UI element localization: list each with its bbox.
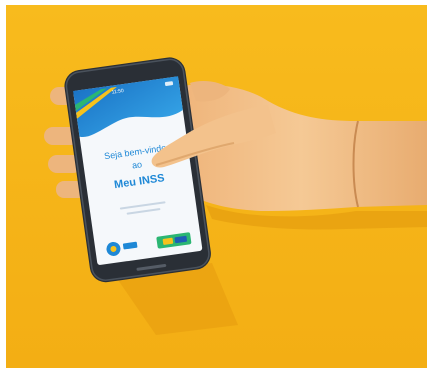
photo: 11:50 Seja bem-vindo ao Meu INSS (6, 5, 427, 368)
welcome-line-2: ao (131, 159, 142, 170)
image-frame: 11:50 Seja bem-vindo ao Meu INSS (0, 0, 433, 376)
